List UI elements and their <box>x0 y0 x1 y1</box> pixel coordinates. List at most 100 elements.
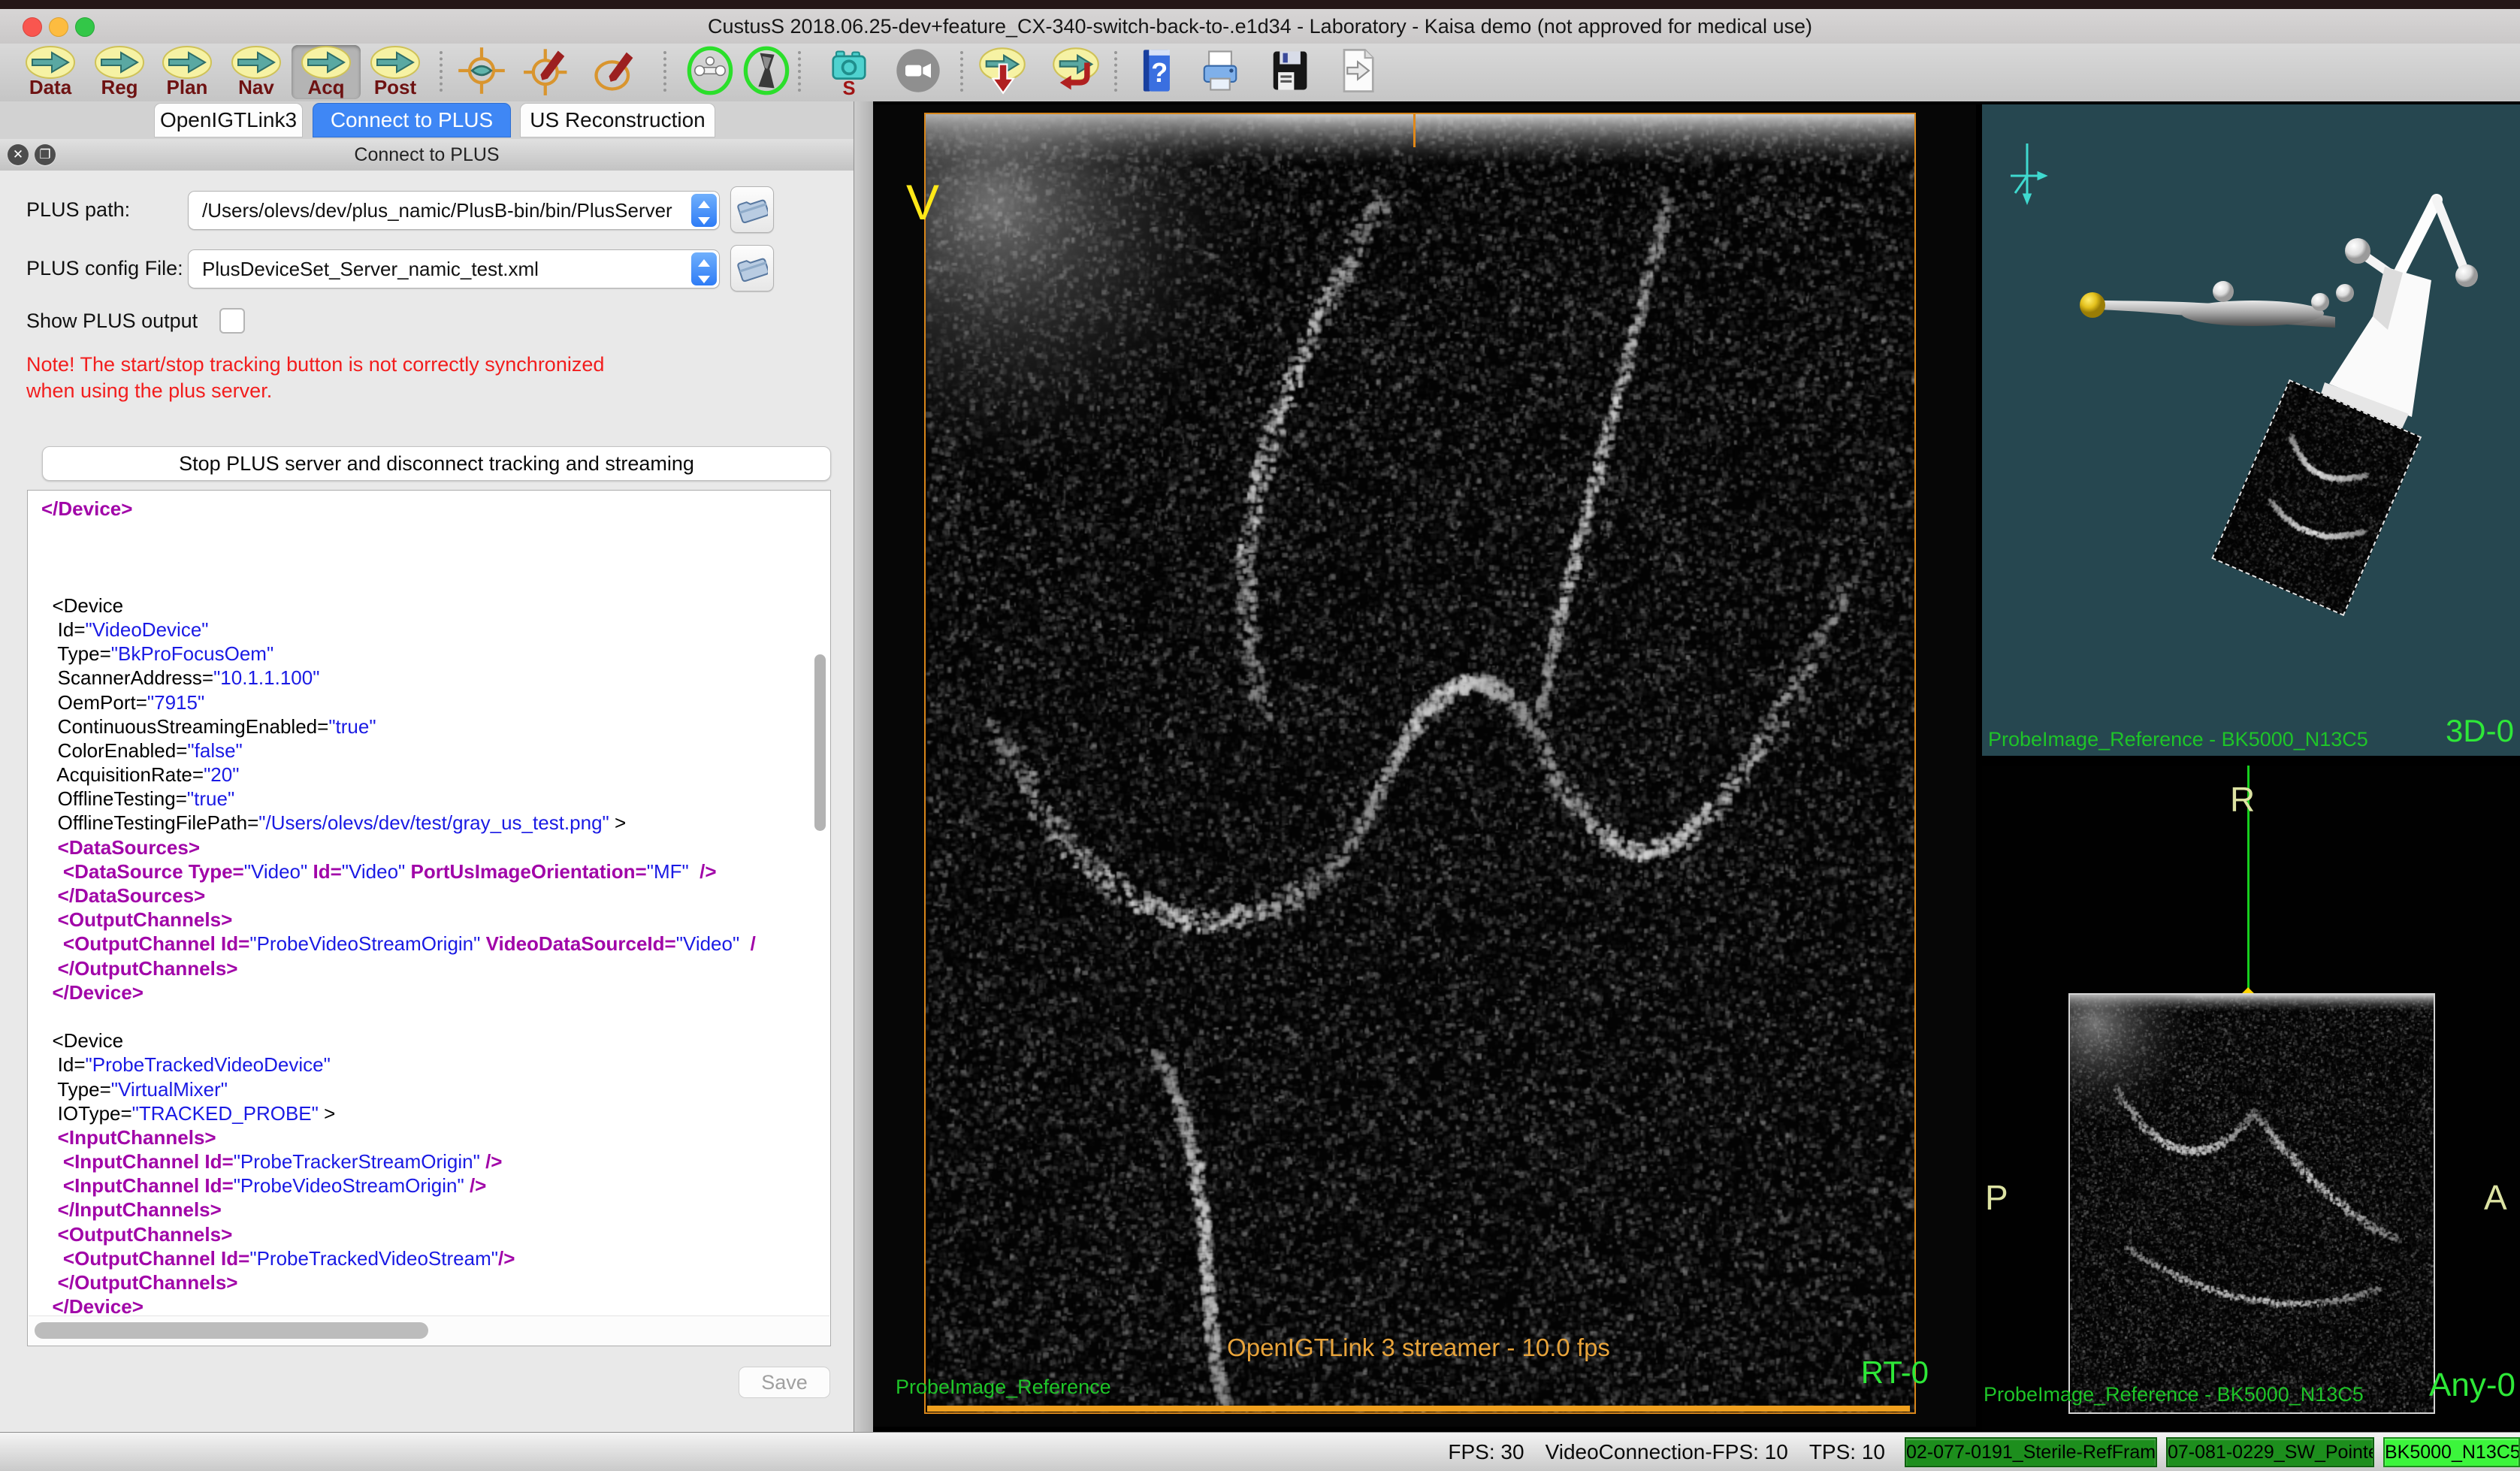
any-plane-view[interactable]: R P A ProbeImage_Reference - BK5000_N13C… <box>1982 766 2520 1432</box>
orientation-letter-p: P <box>1985 1177 2008 1218</box>
workflow-arrow-icon <box>301 45 351 80</box>
tab-openigtlink3[interactable]: OpenIGTLink3 <box>154 103 303 137</box>
fps-indicator: FPS: 30 <box>1448 1440 1524 1464</box>
workflow-arrow-icon <box>162 45 212 80</box>
plus-config-browse-button[interactable] <box>730 245 774 291</box>
video-connection-fps-indicator: VideoConnection-FPS: 10 <box>1546 1440 1788 1464</box>
reference-label: ProbeImage_Reference - BK5000_N13C5 <box>1988 728 2368 751</box>
screen-top-strip <box>0 0 2520 9</box>
return-stream-button[interactable] <box>1041 45 1110 99</box>
print-button[interactable] <box>1186 45 1255 99</box>
three-d-view[interactable]: ProbeImage_Reference - BK5000_N13C5 3D-0 <box>1982 104 2520 756</box>
crosshair-pen-icon <box>523 45 574 96</box>
plus-config-combobox[interactable]: PlusDeviceSet_Server_namic_test.xml <box>188 249 720 288</box>
panel-splitter[interactable] <box>854 101 875 1432</box>
center-image-button[interactable] <box>447 45 516 99</box>
toolbar-separator <box>960 51 963 92</box>
xml-code: </Device> <Device Id="VideoDevice" Type=… <box>41 497 808 1318</box>
save-desktop-button[interactable] <box>1255 45 1324 99</box>
workflow-postprocessing-label: Post <box>361 78 430 96</box>
import-stream-button[interactable] <box>968 45 1037 99</box>
orientation-letter-v: V <box>906 174 939 231</box>
tab-connect-to-plus[interactable]: Connect to PLUS <box>313 103 511 137</box>
chevron-up-down-icon <box>696 256 712 286</box>
folder-icon <box>736 193 768 225</box>
plus-config-value: PlusDeviceSet_Server_namic_test.xml <box>202 250 686 288</box>
svg-text:?: ? <box>1151 57 1168 88</box>
video-camera-icon <box>893 45 944 96</box>
ultrasound-image <box>926 114 1914 1412</box>
vertical-scrollbar-thumb[interactable] <box>814 654 826 831</box>
crosshair-eye-icon <box>456 45 507 96</box>
workflow-acquisition-button[interactable]: Acq <box>292 45 361 99</box>
workflow-data-button[interactable]: Data <box>16 45 85 99</box>
probe-photo-icon <box>741 45 792 96</box>
warning-note-line1: Note! The start/stop tracking button is … <box>26 353 604 376</box>
arrow-down-stream-icon <box>977 45 1028 96</box>
workflow-navigation-label: Nav <box>222 78 291 96</box>
tab-strip: OpenIGTLink3 Connect to PLUS US Reconstr… <box>0 101 854 139</box>
main-toolbar: Data Reg Plan Nav Acq Post <box>0 44 2520 102</box>
pointer-tool-model <box>2080 281 2354 328</box>
probe-tool-model <box>2319 200 2478 433</box>
ultrasound-image-frame <box>924 113 1916 1414</box>
show-plus-output-label: Show PLUS output <box>26 310 198 333</box>
tool-status-badge-refframe: 02-077-0191_Sterile-RefFrame <box>1905 1437 2157 1467</box>
tps-indicator: TPS: 10 <box>1809 1440 1885 1464</box>
record-video-button[interactable] <box>884 45 953 99</box>
probe-center-tick <box>1413 114 1416 147</box>
warning-note-line2: when using the plus server. <box>26 379 272 403</box>
stop-plus-server-button[interactable]: Stop PLUS server and disconnect tracking… <box>42 446 831 481</box>
view-name-label: 3D-0 <box>2418 713 2514 749</box>
help-book-icon: ? <box>1132 45 1183 96</box>
workflow-postprocessing-button[interactable]: Post <box>361 45 430 99</box>
view-name-label: Any-0 <box>2392 1367 2515 1404</box>
horizontal-scrollbar <box>29 1315 829 1345</box>
workflow-arrow-icon <box>370 45 420 80</box>
panel-title: Connect to PLUS <box>0 139 854 171</box>
workflow-registration-button[interactable]: Reg <box>85 45 154 99</box>
workflow-arrow-icon <box>95 45 144 80</box>
workflow-registration-label: Reg <box>85 78 154 96</box>
probe-tool-button[interactable] <box>732 45 801 99</box>
three-d-scene <box>1982 104 2520 756</box>
plus-path-value: /Users/olevs/dev/plus_namic/PlusB-bin/bi… <box>202 192 686 229</box>
ultrasound-frame-bottom-edge <box>927 1406 1910 1412</box>
sample-point-button[interactable] <box>514 45 583 99</box>
combo-spinner[interactable] <box>691 252 717 285</box>
plus-config-xml-editor[interactable]: </Device> <Device Id="VideoDevice" Type=… <box>27 490 831 1346</box>
stream-status-label: OpenIGTLink 3 streamer - 10.0 fps <box>1080 1334 1757 1362</box>
ultrasound-slice-image <box>2070 995 2434 1412</box>
realtime-ultrasound-view[interactable]: V OpenIGTLink 3 streamer - 10.0 fps Prob… <box>873 104 1976 1427</box>
workflow-arrow-icon <box>26 45 75 80</box>
window-title: CustusS 2018.06.25-dev+feature_CX-340-sw… <box>0 9 2520 44</box>
toolbar-separator <box>798 51 801 92</box>
sample-circle-button[interactable] <box>581 45 650 99</box>
orientation-letter-r: R <box>2230 779 2255 820</box>
workflow-arrow-icon <box>231 45 281 80</box>
show-plus-output-checkbox[interactable] <box>219 308 245 334</box>
toolbar-separator <box>440 51 443 92</box>
camera-icon: S <box>823 45 875 96</box>
combo-spinner[interactable] <box>691 194 717 227</box>
quit-application-button[interactable] <box>1322 45 1391 99</box>
workflow-planning-button[interactable]: Plan <box>153 45 222 99</box>
save-button[interactable]: Save <box>739 1367 830 1398</box>
chevron-up-down-icon <box>696 198 712 228</box>
help-button[interactable]: ? <box>1123 45 1192 99</box>
reference-frame-icon <box>684 45 736 96</box>
screenshot-button[interactable]: S <box>814 45 884 99</box>
toolbar-separator <box>663 51 666 92</box>
plus-path-combobox[interactable]: /Users/olevs/dev/plus_namic/PlusB-bin/bi… <box>188 191 720 230</box>
plus-config-label: PLUS config File: <box>26 257 183 280</box>
plus-path-label: PLUS path: <box>26 198 130 222</box>
tab-us-reconstruction[interactable]: US Reconstruction <box>520 103 715 137</box>
workflow-acquisition-label: Acq <box>292 78 361 96</box>
horizontal-scrollbar-thumb[interactable] <box>35 1322 428 1339</box>
toolbar-separator <box>1114 51 1117 92</box>
floppy-disk-icon <box>1264 45 1315 96</box>
workflow-planning-label: Plan <box>153 78 222 96</box>
printer-icon <box>1195 45 1246 96</box>
workflow-navigation-button[interactable]: Nav <box>222 45 291 99</box>
plus-path-browse-button[interactable] <box>730 186 774 233</box>
